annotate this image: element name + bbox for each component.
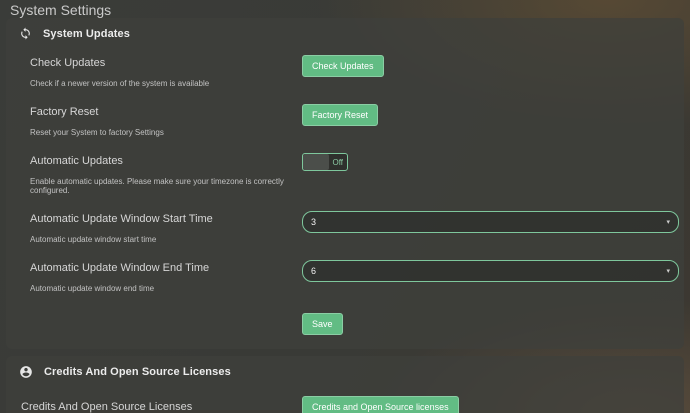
refresh-icon <box>19 27 32 40</box>
setting-row-check-updates: Check Updates Check if a newer version o… <box>6 47 684 96</box>
setting-label: Check Updates <box>30 57 302 69</box>
system-settings-page: System Settings System Updates Check Upd… <box>0 0 690 413</box>
setting-description: Enable automatic updates. Please make su… <box>30 177 302 195</box>
check-updates-button[interactable]: Check Updates <box>302 55 384 77</box>
system-updates-header: System Updates <box>6 18 684 47</box>
select-value: 3 <box>311 217 316 227</box>
factory-reset-button[interactable]: Factory Reset <box>302 104 378 126</box>
save-row: Save <box>6 301 684 349</box>
setting-row-automatic-updates: Automatic Updates Enable automatic updat… <box>6 145 684 203</box>
toggle-state-label: Off <box>329 154 347 170</box>
setting-text: Automatic Update Window Start Time Autom… <box>30 211 302 244</box>
setting-control: Check Updates <box>302 55 679 77</box>
setting-row-update-window-end: Automatic Update Window End Time Automat… <box>6 252 684 301</box>
setting-row-update-window-start: Automatic Update Window Start Time Autom… <box>6 203 684 252</box>
automatic-updates-toggle[interactable]: Off <box>302 153 348 171</box>
setting-control: 3 ▾ <box>302 211 679 233</box>
setting-row-credits: Credits And Open Source Licenses Credits… <box>6 386 684 413</box>
toggle-handle <box>303 154 329 170</box>
select-value: 6 <box>311 266 316 276</box>
setting-control: Off <box>302 153 679 171</box>
page-header: System Settings <box>0 0 690 18</box>
setting-description: Reset your System to factory Settings <box>30 128 302 137</box>
setting-text: Check Updates Check if a newer version o… <box>30 55 302 88</box>
user-circle-icon <box>19 365 33 379</box>
page-title: System Settings <box>10 2 111 18</box>
save-spacer <box>30 313 302 335</box>
section-title: Credits And Open Source Licenses <box>44 366 231 378</box>
section-title: System Updates <box>43 28 130 40</box>
setting-label: Credits And Open Source Licenses <box>21 401 302 413</box>
setting-description: Automatic update window start time <box>30 235 302 244</box>
end-time-select[interactable]: 6 ▾ <box>302 260 679 282</box>
setting-text: Automatic Update Window End Time Automat… <box>30 260 302 293</box>
setting-description: Check if a newer version of the system i… <box>30 79 302 88</box>
setting-row-factory-reset: Factory Reset Reset your System to facto… <box>6 96 684 145</box>
chevron-down-icon: ▾ <box>666 219 670 226</box>
section-credits: Credits And Open Source Licenses Credits… <box>6 356 684 413</box>
setting-description: Automatic update window end time <box>30 284 302 293</box>
setting-control: 6 ▾ <box>302 260 679 282</box>
setting-text: Automatic Updates Enable automatic updat… <box>30 153 302 195</box>
start-time-select[interactable]: 3 ▾ <box>302 211 679 233</box>
save-button[interactable]: Save <box>302 313 343 335</box>
credits-header: Credits And Open Source Licenses <box>6 356 684 386</box>
setting-label: Automatic Updates <box>30 155 302 167</box>
setting-label: Factory Reset <box>30 106 302 118</box>
setting-label: Automatic Update Window Start Time <box>30 213 302 225</box>
section-system-updates: System Updates Check Updates Check if a … <box>6 18 684 349</box>
credits-button[interactable]: Credits and Open Source licenses <box>302 396 459 413</box>
setting-text: Factory Reset Reset your System to facto… <box>30 104 302 137</box>
chevron-down-icon: ▾ <box>666 268 670 275</box>
setting-label: Automatic Update Window End Time <box>30 262 302 274</box>
setting-control: Factory Reset <box>302 104 679 126</box>
